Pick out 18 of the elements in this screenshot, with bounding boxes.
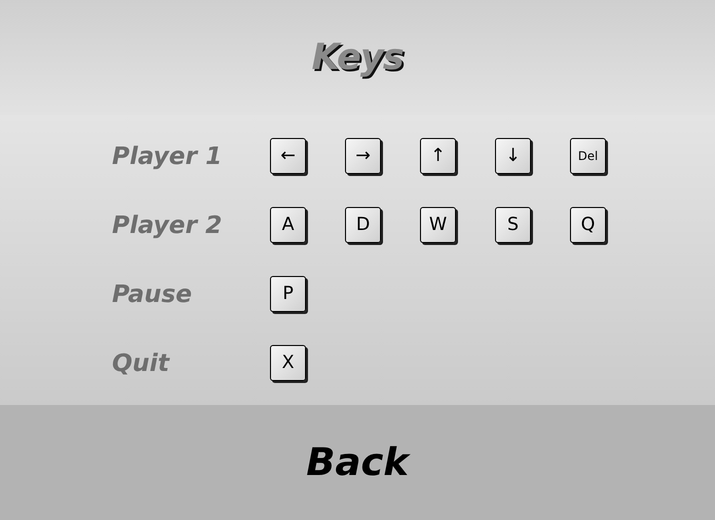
binding-label: Quit — [112, 348, 171, 379]
key-cap[interactable]: D — [345, 207, 381, 243]
key-cap[interactable]: X — [270, 345, 306, 381]
key-cap[interactable]: P — [270, 276, 306, 312]
key-cap[interactable]: → — [345, 138, 381, 174]
key-cap[interactable]: ← — [270, 138, 306, 174]
binding-label: Pause — [112, 279, 193, 310]
back-button[interactable]: Back — [0, 405, 715, 520]
key-cap[interactable]: Q — [570, 207, 606, 243]
key-cap[interactable]: ↓ — [495, 138, 531, 174]
key-cap[interactable]: ↑ — [420, 138, 456, 174]
key-cap[interactable]: S — [495, 207, 531, 243]
key-cap[interactable]: A — [270, 207, 306, 243]
key-cap[interactable]: W — [420, 207, 456, 243]
binding-label: Player 2 — [112, 210, 224, 241]
key-cap[interactable]: Del — [570, 138, 606, 174]
binding-label: Player 1 — [112, 141, 224, 172]
screen-title: Keys — [312, 36, 404, 80]
